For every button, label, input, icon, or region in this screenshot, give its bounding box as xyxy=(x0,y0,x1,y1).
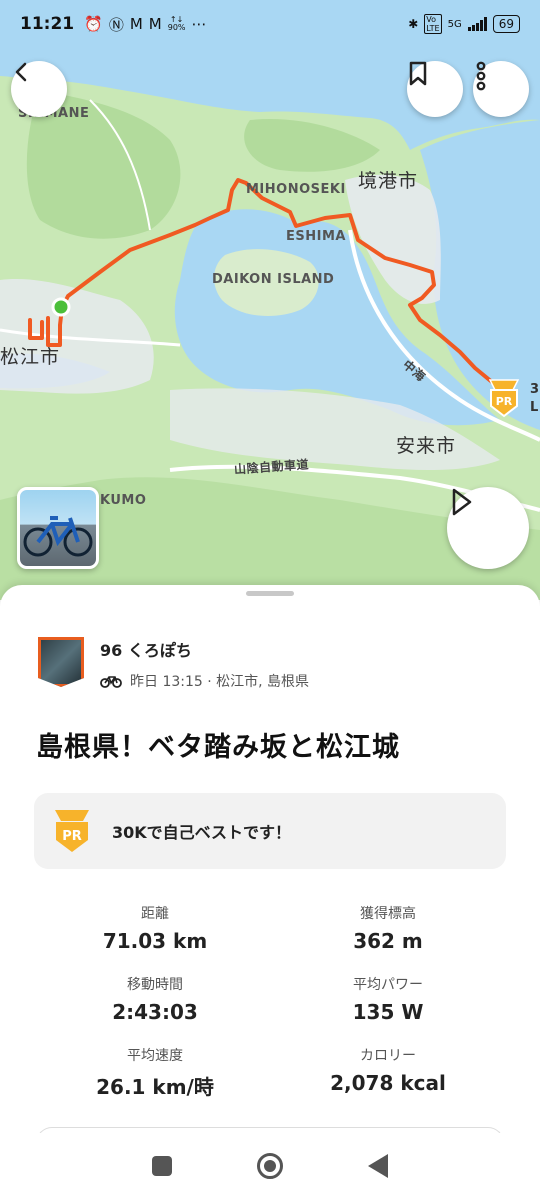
pr-achievement-banner[interactable]: PR 30Kで自己ベストです！ xyxy=(34,793,506,869)
stat-calories: カロリー 2,078 kcal xyxy=(288,1045,488,1095)
stat-value: 2:43:03 xyxy=(112,1000,198,1024)
stat-label: 平均パワー xyxy=(353,977,423,993)
stat-label: 距離 xyxy=(141,906,169,922)
chevron-left-icon xyxy=(15,62,27,82)
stat-label: 移動時間 xyxy=(127,977,183,993)
pr-medal-icon: PR xyxy=(55,810,89,852)
alarm-icon: ⏰ xyxy=(84,15,103,33)
map-label-matsue: 松江市 xyxy=(0,346,61,368)
bookmark-icon xyxy=(409,61,427,86)
bike-icon xyxy=(100,676,122,688)
signal-icon xyxy=(467,17,487,31)
pr-medal-icon: PR xyxy=(488,379,520,418)
data-rate-icon: ↑↓ 90% xyxy=(167,15,186,32)
stat-label: 平均速度 xyxy=(127,1048,183,1064)
back-button[interactable] xyxy=(11,61,67,117)
recents-button[interactable] xyxy=(152,1156,173,1176)
activity-date-location: 昨日 13:15 · 松江市, 島根県 xyxy=(130,674,310,690)
battery-icon: 69 xyxy=(492,15,520,33)
activity-detail-sheet[interactable]: 96 くろぽち 昨日 13:15 · 松江市, 島根県 島根県！ベタ踏み坂と松江… xyxy=(0,585,540,1157)
activity-title: 島根県！ベタ踏み坂と松江城 xyxy=(36,732,400,763)
stat-value: 135 W xyxy=(352,1000,424,1024)
stat-value: 26.1 km/時 xyxy=(96,1075,214,1099)
play-flyover-button[interactable] xyxy=(447,487,529,569)
gmail-icon-2: M xyxy=(148,15,162,33)
athlete-header[interactable]: 96 くろぽち 昨日 13:15 · 松江市, 島根県 xyxy=(38,637,309,691)
more-notifications-icon: ⋯ xyxy=(191,15,207,33)
activity-photo-thumbnail[interactable] xyxy=(17,487,99,569)
status-bar: 11:21 ⏰ Ⓝ M M ↑↓ 90% ⋯ ✱ Vo LTE 5G 69 xyxy=(0,0,540,48)
stat-value: 362 m xyxy=(353,929,423,953)
pr-badge-text: PR xyxy=(62,829,82,844)
nfc-icon: Ⓝ xyxy=(108,15,124,34)
svg-text:PR: PR xyxy=(496,395,513,408)
stat-avg-speed: 平均速度 26.1 km/時 xyxy=(55,1045,255,1100)
system-nav-bar xyxy=(0,1133,540,1199)
status-system-icons: ✱ Vo LTE 5G 69 xyxy=(408,14,520,34)
gmail-icon: M xyxy=(129,15,143,33)
pr-text: 30Kで自己ベストです！ xyxy=(112,823,291,842)
activity-meta: 昨日 13:15 · 松江市, 島根県 xyxy=(100,671,309,691)
stat-avg-power: 平均パワー 135 W xyxy=(288,974,488,1024)
stat-elevation: 獲得標高 362 m xyxy=(288,903,488,953)
home-button[interactable] xyxy=(256,1153,283,1179)
home-icon xyxy=(263,1160,276,1172)
network-type: 5G xyxy=(447,18,462,30)
stat-value: 71.03 km xyxy=(102,929,208,953)
more-vertical-icon xyxy=(476,61,486,91)
more-options-button[interactable] xyxy=(473,61,529,117)
stat-distance: 距離 71.03 km xyxy=(55,903,255,953)
stat-label: 獲得標高 xyxy=(360,906,416,922)
map-label-yasugi: 安来市 xyxy=(396,435,457,457)
bluetooth-icon: ✱ xyxy=(408,17,419,31)
bookmark-button[interactable] xyxy=(407,61,463,117)
map-label-daikon-island: DAIKON ISLAND xyxy=(212,272,335,287)
route-map[interactable]: SHIMANE MIHONOSEKI 境港市 ESHIMA DAIKON ISL… xyxy=(0,0,540,600)
drag-handle[interactable] xyxy=(246,591,294,596)
bike-photo xyxy=(23,516,93,557)
stat-label: カロリー xyxy=(360,1048,416,1064)
status-time: 11:21 xyxy=(20,14,75,34)
avatar[interactable] xyxy=(38,637,84,687)
data-rate: 90% xyxy=(167,23,186,32)
map-label-sakaiminato: 境港市 xyxy=(358,170,419,192)
map-label-izumo: KUMO xyxy=(100,493,147,508)
athlete-name[interactable]: 96 くろぽち xyxy=(100,637,309,661)
volte-icon: Vo LTE xyxy=(424,14,442,34)
map-label-mihonoseki: MIHONOSEKI xyxy=(246,182,346,197)
map-label-eshima: ESHIMA xyxy=(286,229,346,244)
play-icon xyxy=(452,488,472,516)
status-notification-icons: ⏰ Ⓝ M M ↑↓ 90% ⋯ xyxy=(84,14,206,35)
back-nav-button[interactable] xyxy=(367,1154,388,1178)
map-label-pr-edge: 3 xyxy=(530,382,540,397)
map-label-pr-edge2: L xyxy=(530,400,539,415)
stat-value: 2,078 kcal xyxy=(330,1071,446,1095)
stat-moving-time: 移動時間 2:43:03 xyxy=(55,974,255,1024)
